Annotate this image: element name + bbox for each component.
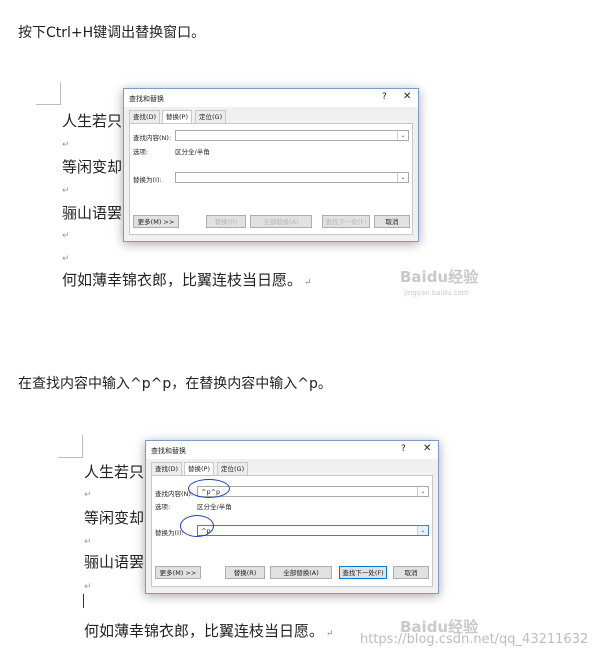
baidu-watermark-logo: Baidu经验 — [400, 268, 479, 286]
dialog-title: 查找和替换 — [151, 447, 186, 455]
replace-input[interactable]: ⌄ — [175, 172, 409, 183]
ink-circle-find — [188, 479, 230, 498]
replace-all-button[interactable]: 全部替换(A) — [250, 215, 312, 228]
paragraph-mark: ↵ — [84, 537, 92, 547]
replace-input[interactable]: ^p ⌄ — [197, 525, 429, 536]
dialog-titlebar: 查找和替换 ? ✕ — [146, 441, 438, 459]
doc-line-2: 等闲变却 — [62, 158, 123, 176]
replace-panel: 查找内容(N): ⌄ 选项: 区分全/半角 替换为(I): ⌄ 更多(M) >>… — [129, 123, 413, 235]
options-label: 选项: — [155, 503, 171, 511]
replace-label: 替换为(I): — [155, 529, 184, 537]
find-label: 查找内容(N): — [133, 134, 172, 142]
baidu-watermark-url: jingyan.baidu.com — [404, 289, 469, 297]
tab-find[interactable]: 查找(D) — [129, 110, 161, 123]
more-button[interactable]: 更多(M) >> — [155, 566, 201, 579]
ink-circle-replace — [180, 515, 214, 537]
dialog-title: 查找和替换 — [129, 95, 164, 103]
find-next-button[interactable]: 查找下一处(F) — [322, 215, 370, 228]
dialog-titlebar: 查找和替换 ? ✕ — [124, 89, 418, 107]
tab-goto[interactable]: 定位(G) — [195, 110, 227, 123]
paragraph-mark: ↵ — [62, 140, 70, 150]
paragraph-mark: ↵ — [62, 186, 70, 196]
find-input[interactable]: ⌄ — [175, 130, 409, 141]
replace-button[interactable]: 替换(R) — [206, 215, 246, 228]
replace-label: 替换为(I): — [133, 176, 162, 184]
options-value: 区分全/半角 — [197, 503, 232, 511]
help-icon[interactable]: ? — [382, 92, 387, 102]
paragraph-mark: ↵ — [62, 231, 70, 241]
tab-goto[interactable]: 定位(G) — [217, 462, 249, 475]
chevron-down-icon[interactable]: ⌄ — [417, 487, 428, 496]
tab-find[interactable]: 查找(D) — [151, 462, 183, 475]
paragraph-mark: ↵ — [84, 582, 92, 592]
close-icon[interactable]: ✕ — [423, 443, 431, 454]
doc-line-3: 骊山语罢 — [84, 553, 145, 571]
find-replace-dialog: 查找和替换 ? ✕ 查找(D) 替换(P) 定位(G) 查找内容(N): ⌄ 选… — [123, 88, 419, 242]
csdn-watermark-url: https://blog.csdn.net/qq_43211632 — [360, 632, 589, 647]
cancel-button[interactable]: 取消 — [393, 566, 429, 579]
find-next-button[interactable]: 查找下一处(F) — [339, 566, 387, 579]
step-1-text: 按下Ctrl+H键调出替换窗口。 — [18, 25, 206, 41]
doc-line-1: 人生若只 — [84, 463, 145, 481]
tab-replace[interactable]: 替换(P) — [162, 110, 192, 124]
replace-all-button[interactable]: 全部替换(A) — [270, 566, 332, 579]
doc-line-2: 等闲变却 — [84, 509, 145, 527]
text-cursor — [83, 594, 84, 608]
doc-line-4: 何如薄幸锦衣郎，比翼连枝当日愿。 ↵ — [84, 622, 334, 640]
tab-replace[interactable]: 替换(P) — [184, 462, 214, 476]
chevron-down-icon[interactable]: ⌄ — [397, 131, 408, 140]
options-label: 选项: — [133, 148, 149, 156]
replace-button[interactable]: 替换(R) — [225, 566, 265, 579]
find-input[interactable]: ^p^p ⌄ — [197, 486, 429, 497]
paragraph-mark: ↵ — [326, 629, 334, 639]
chevron-down-icon[interactable]: ⌄ — [417, 526, 428, 535]
doc-line-3: 骊山语罢 — [62, 204, 123, 222]
cancel-button[interactable]: 取消 — [374, 215, 410, 228]
chevron-down-icon[interactable]: ⌄ — [397, 173, 408, 182]
page-margin-corner — [36, 82, 61, 105]
doc-line-4: 何如薄幸锦衣郎，比翼连枝当日愿。 ↵ — [62, 271, 312, 289]
paragraph-mark: ↵ — [304, 278, 312, 288]
close-icon[interactable]: ✕ — [403, 91, 411, 102]
paragraph-mark: ↵ — [62, 254, 70, 264]
options-value: 区分全/半角 — [175, 148, 210, 156]
doc-line-1: 人生若只 — [62, 112, 123, 130]
step-2-text: 在查找内容中输入^p^p，在替换内容中输入^p。 — [18, 376, 332, 392]
page-margin-corner — [58, 435, 83, 458]
paragraph-mark: ↵ — [84, 490, 92, 500]
more-button[interactable]: 更多(M) >> — [133, 215, 179, 228]
help-icon[interactable]: ? — [401, 444, 406, 454]
